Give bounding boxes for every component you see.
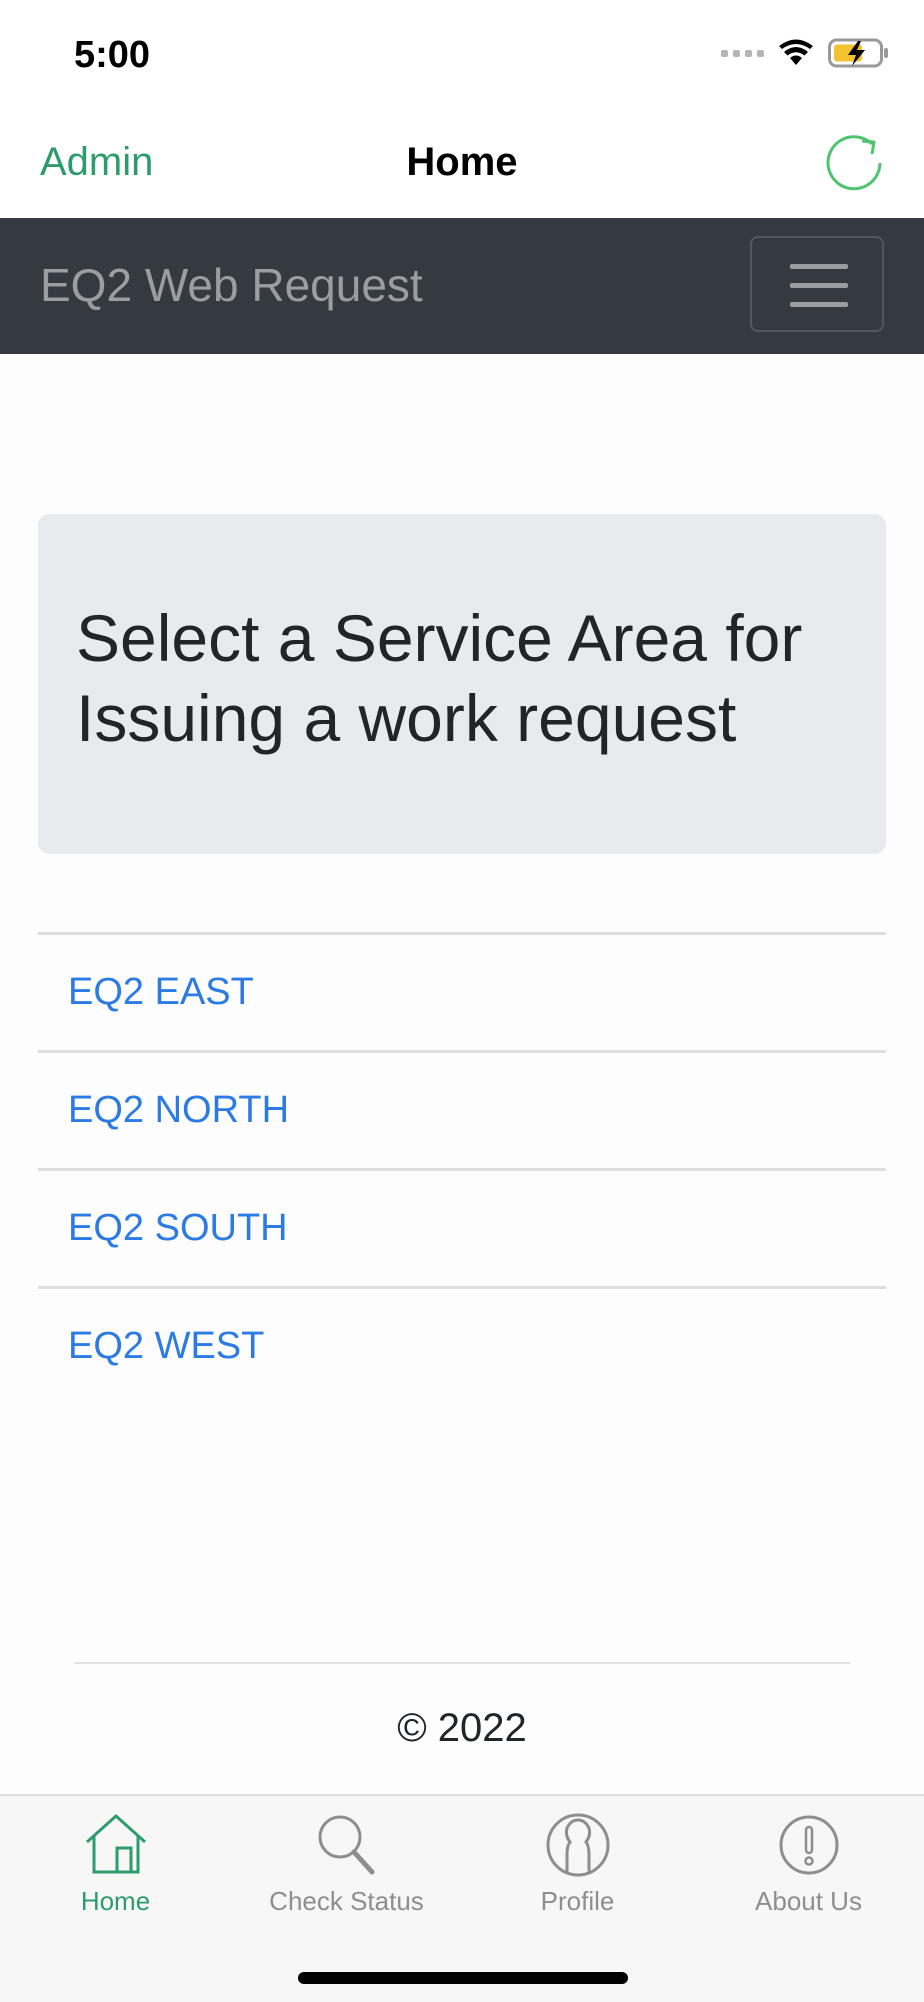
tab-check-status[interactable]: Check Status bbox=[231, 1810, 462, 1917]
service-area-link-east[interactable]: EQ2 EAST bbox=[68, 971, 254, 1014]
navbar-brand[interactable]: EQ2 Web Request bbox=[40, 258, 423, 312]
tab-label: Home bbox=[80, 1886, 151, 1916]
main-content: Select a Service Area for Issuing a work… bbox=[0, 354, 924, 1794]
profile-icon bbox=[546, 1813, 609, 1877]
list-item[interactable]: EQ2 WEST bbox=[38, 1286, 886, 1404]
status-time: 5:00 bbox=[74, 34, 151, 76]
home-icon bbox=[85, 1814, 146, 1874]
search-icon bbox=[318, 1815, 374, 1875]
service-area-link-west[interactable]: EQ2 WEST bbox=[68, 1325, 264, 1368]
tab-label: Check Status bbox=[269, 1886, 424, 1916]
nav-title: Home bbox=[406, 140, 518, 184]
refresh-icon[interactable] bbox=[824, 132, 886, 194]
cellular-signal-icon bbox=[721, 49, 764, 57]
status-bar: 5:00 bbox=[0, 0, 924, 110]
footer-divider bbox=[74, 1662, 850, 1664]
hamburger-icon bbox=[790, 264, 848, 269]
list-item[interactable]: EQ2 EAST bbox=[38, 932, 886, 1050]
info-icon bbox=[779, 1815, 838, 1875]
service-area-link-north[interactable]: EQ2 NORTH bbox=[68, 1089, 289, 1132]
web-navbar: EQ2 Web Request bbox=[0, 218, 924, 354]
footer-copyright: © 2022 bbox=[397, 1706, 527, 1750]
service-area-list: EQ2 EAST EQ2 NORTH EQ2 SOUTH EQ2 WEST bbox=[38, 932, 886, 1404]
wifi-icon bbox=[779, 39, 813, 65]
tab-about-us[interactable]: About Us bbox=[693, 1810, 924, 1917]
service-area-link-south[interactable]: EQ2 SOUTH bbox=[68, 1207, 288, 1250]
tab-label: About Us bbox=[755, 1886, 862, 1916]
tab-profile[interactable]: Profile bbox=[462, 1810, 693, 1917]
jumbotron: Select a Service Area for Issuing a work… bbox=[38, 514, 886, 854]
status-icons bbox=[721, 38, 890, 68]
page-heading: Select a Service Area for Issuing a work… bbox=[76, 601, 803, 755]
battery-charging-icon bbox=[828, 38, 888, 68]
tab-bar: Home Check Status Profile About Us bbox=[0, 1794, 924, 2002]
list-item[interactable]: EQ2 SOUTH bbox=[38, 1168, 886, 1286]
home-indicator bbox=[298, 1972, 628, 1984]
tab-home[interactable]: Home bbox=[0, 1810, 231, 1917]
app-nav-bar: Admin Home bbox=[0, 110, 924, 218]
tab-label: Profile bbox=[540, 1886, 615, 1916]
list-item[interactable]: EQ2 NORTH bbox=[38, 1050, 886, 1168]
menu-toggle-button[interactable] bbox=[750, 236, 884, 332]
